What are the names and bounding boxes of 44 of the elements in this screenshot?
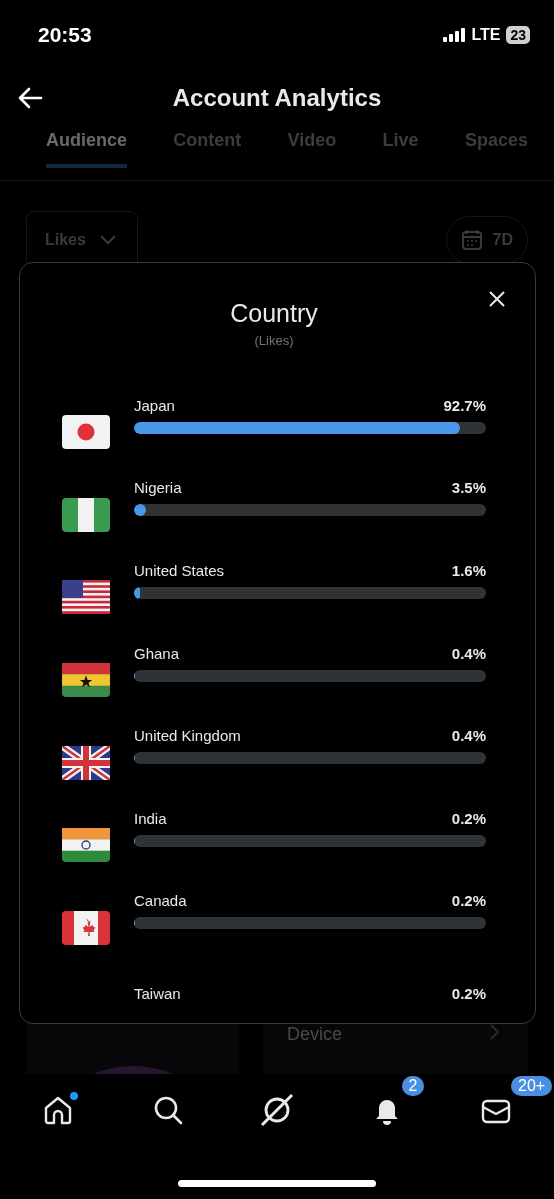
close-icon[interactable] (488, 290, 506, 308)
dialog-title: Country (230, 299, 318, 328)
country-name: Japan (134, 396, 175, 414)
percentage: 0.2% (451, 892, 486, 910)
home-icon[interactable] (42, 1094, 74, 1126)
chevron-icon (490, 1024, 500, 1040)
percentage: 3.5% (451, 479, 486, 497)
country-name: United States (134, 562, 225, 579)
notification-count: 2 (401, 1076, 425, 1096)
battery-level: 23 (506, 26, 530, 44)
flag-icon (62, 745, 110, 780)
signal-icon (443, 28, 466, 42)
tab[interactable]: Live (382, 124, 419, 164)
country-name: Ghana (134, 644, 180, 662)
tab[interactable]: Audience (46, 124, 128, 168)
country-name: United Kingdom (134, 727, 241, 745)
percentage: 0.2% (451, 984, 486, 1002)
flag-icon (62, 910, 110, 945)
flag-icon (62, 415, 110, 450)
tab[interactable]: Spaces (464, 124, 528, 164)
percentage: 0.4% (451, 644, 486, 662)
flag-icon (62, 663, 110, 698)
caret-icon (99, 235, 116, 245)
slashed-circle-icon[interactable] (259, 1092, 295, 1128)
percentage: 1.6% (451, 562, 486, 579)
country-name: Taiwan (134, 984, 181, 1002)
page-title: Account Analytics (172, 84, 382, 112)
percentage: 92.7% (443, 396, 486, 414)
percentage: 0.2% (451, 809, 486, 827)
dialog-subtitle: (Likes) (254, 333, 294, 348)
percentage: 0.4% (451, 727, 486, 745)
tab[interactable]: Content (173, 124, 242, 164)
flag-icon (62, 828, 110, 863)
country-name: Nigeria (134, 479, 182, 497)
tab[interactable]: Video (287, 124, 337, 164)
country-name: Canada (134, 892, 187, 910)
network-label: LTE (471, 26, 501, 44)
country-name: India (134, 809, 167, 827)
back-arrow-icon[interactable] (17, 87, 43, 109)
calendar-icon (460, 229, 483, 251)
notification-count: 20+ (511, 1076, 553, 1096)
flag-icon (62, 497, 110, 532)
status-time: 20:53 (38, 23, 92, 47)
flag-icon (62, 580, 110, 615)
